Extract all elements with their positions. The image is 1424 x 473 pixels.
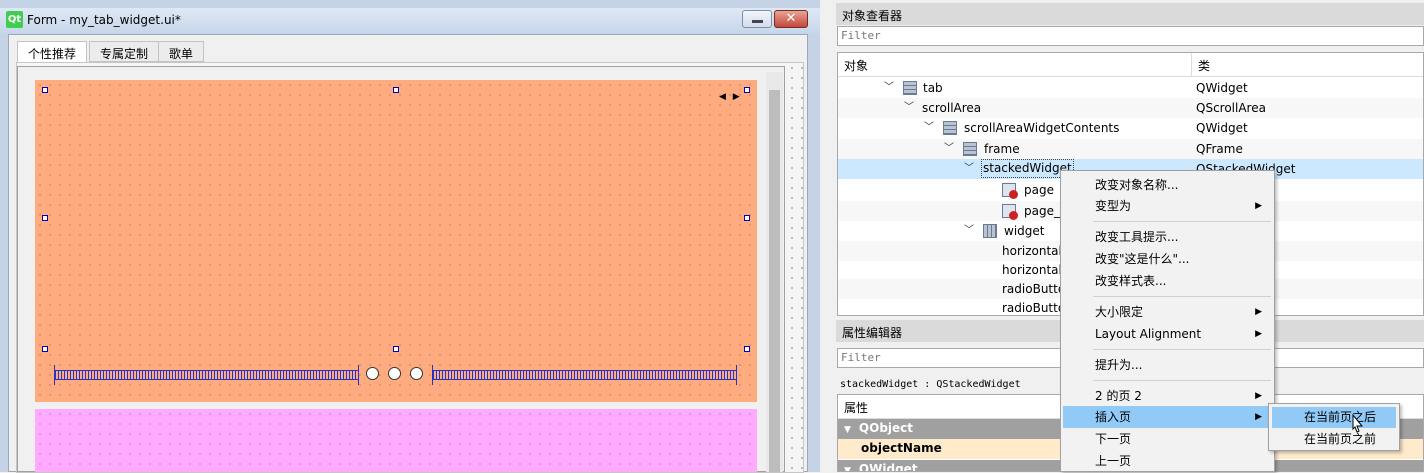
tab-playlist[interactable]: 歌单 — [158, 41, 205, 62]
radio-button-2[interactable] — [388, 367, 401, 380]
collapse-icon[interactable]: ▼ — [844, 425, 851, 435]
selection-handle[interactable] — [744, 215, 750, 221]
tree-row-frame[interactable]: ﹀ frame QFrame — [838, 139, 1423, 159]
selection-handle[interactable] — [744, 346, 750, 352]
dock-splitter[interactable] — [820, 0, 836, 472]
selection-handle[interactable] — [42, 346, 48, 352]
selection-handle[interactable] — [393, 87, 399, 93]
submenu-arrow-icon: ▶ — [1255, 307, 1262, 317]
menu-item-next-page[interactable]: 下一页 — [1063, 428, 1272, 450]
selection-handle[interactable] — [42, 215, 48, 221]
columns-icon — [983, 224, 997, 238]
menu-item-page-2-of-2[interactable]: 2 的页 2 ▶ — [1063, 385, 1272, 407]
selection-handle[interactable] — [42, 87, 48, 93]
radio-button-1[interactable] — [366, 367, 379, 380]
form-window: Qt Form - my_tab_widget.ui* ✕ 个性推荐 专属定制 … — [0, 0, 820, 473]
minimize-button[interactable] — [742, 10, 772, 28]
menu-item-insert-page[interactable]: 插入页 ▶ — [1063, 406, 1272, 428]
object-filter-input[interactable]: Filter — [837, 26, 1424, 46]
submenu-arrow-icon: ▶ — [1255, 329, 1262, 339]
menu-item-size-constraints[interactable]: 大小限定 ▶ — [1063, 301, 1272, 323]
layout-icon — [943, 121, 957, 135]
menu-item-morph-into[interactable]: 变型为 ▶ — [1063, 195, 1272, 217]
vertical-scrollbar[interactable] — [766, 72, 783, 472]
mouse-pointer-icon — [1352, 414, 1364, 433]
page-icon — [1002, 204, 1018, 220]
warning-badge-icon — [1009, 190, 1018, 199]
selection-handle[interactable] — [393, 346, 399, 352]
window-title: Form - my_tab_widget.ui* — [27, 13, 181, 27]
submenu-arrow-icon: ▶ — [1255, 391, 1262, 401]
tree-row-scrollareawidgetcontents[interactable]: ﹀ scrollAreaWidgetContents QWidget — [838, 118, 1423, 138]
submenu-item-after-current[interactable]: 在当前页之后 — [1272, 407, 1396, 428]
menu-item-change-tooltip[interactable]: 改变工具提示... — [1063, 226, 1272, 248]
horizontal-spacer-right[interactable] — [433, 370, 736, 380]
title-bar[interactable]: Qt Form - my_tab_widget.ui* ✕ — [0, 8, 820, 34]
collapse-icon[interactable]: ▼ — [844, 466, 851, 471]
menu-item-promote-to[interactable]: 提升为... — [1063, 354, 1272, 376]
layout-icon — [963, 142, 977, 156]
stacked-page-bottom[interactable] — [35, 409, 757, 472]
menu-separator — [1093, 221, 1271, 222]
horizontal-spacer-left[interactable] — [55, 370, 358, 380]
tree-header-object[interactable]: 对象 — [838, 53, 1192, 77]
layout-icon — [903, 81, 917, 95]
tree-header-class[interactable]: 类 — [1192, 53, 1423, 77]
scrollbar-thumb[interactable] — [769, 90, 780, 472]
spacer-edge — [358, 365, 359, 385]
chevron-down-icon[interactable]: ﹀ — [884, 78, 894, 98]
submenu-arrow-icon: ▶ — [1255, 201, 1262, 211]
chevron-down-icon[interactable]: ﹀ — [904, 98, 914, 118]
chevron-down-icon[interactable]: ﹀ — [924, 118, 934, 138]
menu-item-rename[interactable]: 改变对象名称... — [1063, 174, 1272, 196]
page-icon — [1002, 183, 1018, 199]
carousel-arrows-icon[interactable]: ◀ ▶ — [719, 92, 742, 102]
submenu-arrow-icon: ▶ — [1255, 412, 1262, 422]
tab-custom[interactable]: 专属定制 — [89, 41, 160, 62]
tab-personal-recommend[interactable]: 个性推荐 — [17, 41, 88, 63]
radio-button-3[interactable] — [410, 367, 423, 380]
close-button[interactable]: ✕ — [774, 10, 808, 28]
tree-row-tab[interactable]: ﹀ tab QWidget — [838, 78, 1423, 98]
chevron-down-icon[interactable]: ﹀ — [944, 139, 954, 159]
submenu-item-before-current[interactable]: 在当前页之前 — [1272, 429, 1396, 450]
menu-separator — [1093, 349, 1271, 350]
menu-item-previous-page[interactable]: 上一页 — [1063, 450, 1272, 472]
stacked-page-top[interactable] — [35, 80, 757, 402]
spacer-edge — [736, 365, 737, 385]
qt-logo-icon: Qt — [6, 11, 23, 28]
menu-separator — [1093, 380, 1271, 381]
tree-row-scrollarea[interactable]: ﹀ scrollArea QScrollArea — [838, 98, 1423, 118]
minimize-icon — [752, 20, 763, 23]
context-menu: 改变对象名称... 变型为 ▶ 改变工具提示... 改变"这是什么"... 改变样… — [1060, 170, 1275, 472]
chevron-down-icon[interactable]: ﹀ — [964, 221, 974, 241]
insert-page-submenu: 在当前页之后 在当前页之前 — [1268, 403, 1400, 451]
object-inspector-title: 对象查看器 — [836, 3, 1424, 25]
menu-item-layout-alignment[interactable]: Layout Alignment ▶ — [1063, 323, 1272, 345]
chevron-down-icon[interactable]: ﹀ — [964, 159, 974, 179]
selection-handle[interactable] — [744, 87, 750, 93]
close-icon: ✕ — [785, 11, 797, 26]
menu-item-change-stylesheet[interactable]: 改变样式表... — [1063, 270, 1272, 292]
menu-item-change-whatsthis[interactable]: 改变"这是什么"... — [1063, 248, 1272, 270]
warning-badge-icon — [1009, 211, 1018, 220]
menu-separator — [1093, 296, 1271, 297]
